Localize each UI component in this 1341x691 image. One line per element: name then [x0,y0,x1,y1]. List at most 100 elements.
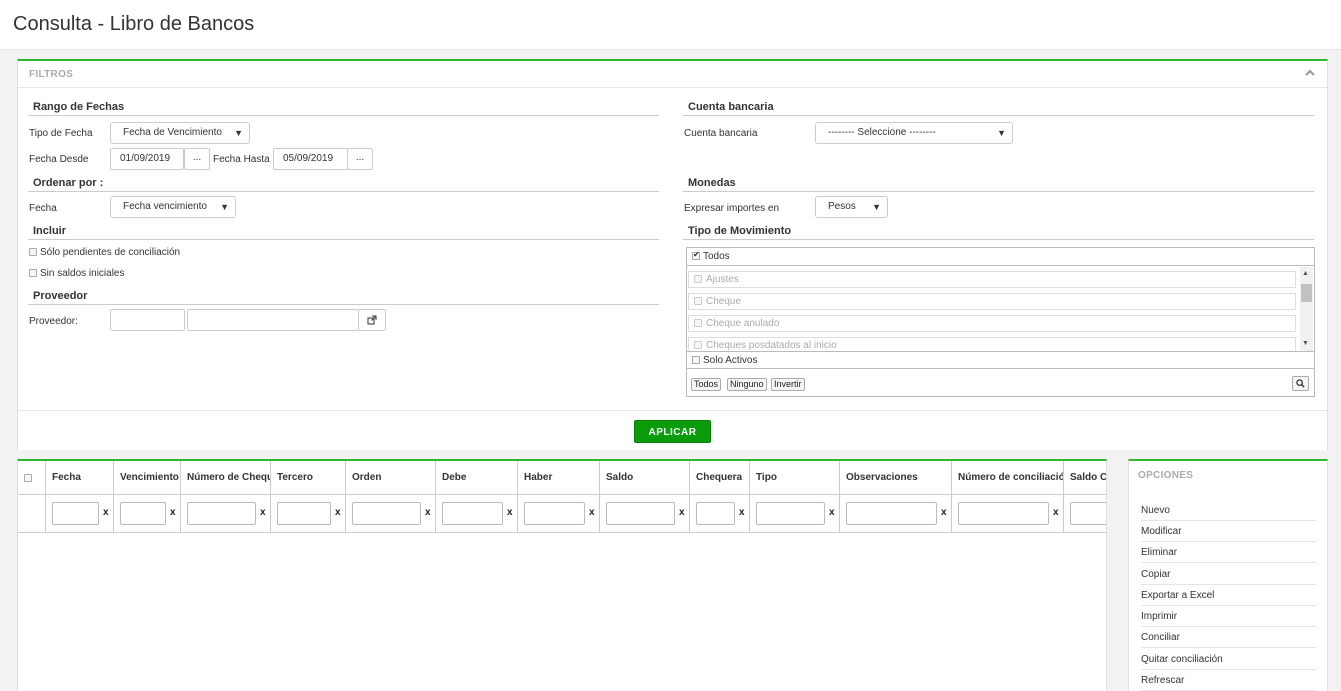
column-header-tercero[interactable]: Tercero [271,461,346,495]
pendientes-checkbox[interactable] [29,248,37,256]
filter-input-debe[interactable] [442,502,503,525]
fecha-desde-picker-button[interactable]: ... [184,148,210,170]
filters-header[interactable]: FILTROS [18,61,1327,88]
fecha-hasta-label: Fecha Hasta [213,154,270,165]
filter-input-numero-conciliacion[interactable] [958,502,1049,525]
movimiento-item-checkbox[interactable] [694,275,702,283]
option-eliminar[interactable]: Eliminar [1141,542,1316,563]
column-header-observaciones[interactable]: Observaciones [840,461,952,495]
clear-filter-icon[interactable]: x [260,507,266,518]
clear-filter-icon[interactable]: x [829,507,835,518]
column-header-vencimiento[interactable]: Vencimiento [114,461,181,495]
monedas-value: Pesos [828,201,856,212]
movimiento-scroll[interactable]: Ajustes Cheque Cheque anulado Cheques po… [687,267,1314,351]
sin-saldos-checkbox[interactable] [29,269,37,277]
scrollbar-thumb[interactable] [1301,284,1312,302]
invert-selection-button[interactable]: Invertir [771,378,805,391]
option-modificar[interactable]: Modificar [1141,521,1316,542]
option-quitar-conciliacion[interactable]: Quitar conciliación [1141,649,1316,670]
scrollbar[interactable]: ▲ ▼ [1300,267,1313,351]
scroll-down-icon[interactable]: ▼ [1302,340,1309,347]
filter-input-haber[interactable] [524,502,585,525]
movimiento-todos-checkbox[interactable] [692,250,700,260]
column-header-saldo[interactable]: Saldo [600,461,690,495]
clear-filter-icon[interactable]: x [425,507,431,518]
column-header-orden[interactable]: Orden [346,461,436,495]
chevron-up-icon[interactable] [1305,68,1315,78]
proveedor-code-input[interactable] [110,309,185,331]
clear-filter-icon[interactable]: x [941,507,947,518]
filter-input-vencimiento[interactable] [120,502,166,525]
clear-filter-icon[interactable]: x [335,507,341,518]
ordenar-fecha-select[interactable]: Fecha vencimiento ▼ [110,196,236,218]
filter-input-saldo-conciliado[interactable] [1070,502,1106,525]
solo-activos-row[interactable]: Solo Activos [687,351,1314,369]
apply-button[interactable]: APLICAR [634,420,711,443]
movimiento-search-button[interactable] [1292,376,1309,391]
movimiento-item[interactable]: Cheque [688,293,1296,310]
column-header-saldo-conciliado[interactable]: Saldo Conciliado [1064,461,1106,495]
movimiento-todos-row[interactable]: Todos [687,248,1314,266]
clear-filter-icon[interactable]: x [1053,507,1059,518]
select-all-button[interactable]: Todos [691,378,722,391]
filter-input-fecha[interactable] [52,502,99,525]
rango-fechas-title: Rango de Fechas [28,101,659,116]
proveedor-title: Proveedor [28,290,659,305]
filter-input-tercero[interactable] [277,502,331,525]
fecha-desde-input[interactable]: 01/09/2019 [110,148,184,170]
tipo-fecha-select[interactable]: Fecha de Vencimiento ▼ [110,122,250,144]
filter-cell: x [114,495,181,533]
solo-activos-checkbox[interactable] [692,356,700,364]
option-nuevo[interactable]: Nuevo [1141,500,1316,521]
movimiento-item-label: Ajustes [706,274,739,285]
movimiento-item-checkbox[interactable] [694,319,702,327]
fecha-hasta-input[interactable]: 05/09/2019 [273,148,348,170]
filter-input-tipo[interactable] [756,502,825,525]
movimiento-item-checkbox[interactable] [694,297,702,305]
clear-filter-icon[interactable]: x [507,507,513,518]
monedas-title: Monedas [683,177,1314,192]
movimiento-item-checkbox[interactable] [694,341,702,349]
column-header-debe[interactable]: Debe [436,461,518,495]
proveedor-name-input[interactable] [187,309,359,331]
movimiento-title: Tipo de Movimiento [683,225,1314,240]
tipo-fecha-value: Fecha de Vencimiento [123,127,222,138]
column-header-chequera[interactable]: Chequera [690,461,750,495]
clear-filter-icon[interactable]: x [589,507,595,518]
movimiento-todos-label: Todos [703,251,730,262]
grid-select-all-checkbox[interactable] [24,474,32,482]
proveedor-open-button[interactable] [358,309,386,331]
scroll-up-icon[interactable]: ▲ [1302,270,1309,277]
column-header-numero-cheque[interactable]: Número de Cheque [181,461,271,495]
option-refrescar[interactable]: Refrescar [1141,670,1316,691]
fecha-hasta-picker-button[interactable]: ... [347,148,373,170]
column-header-haber[interactable]: Haber [518,461,600,495]
column-header-tipo[interactable]: Tipo [750,461,840,495]
filter-input-observaciones[interactable] [846,502,937,525]
filters-title: FILTROS [29,69,74,80]
movimiento-item[interactable]: Cheque anulado [688,315,1296,332]
column-header-fecha[interactable]: Fecha [46,461,114,495]
monedas-select[interactable]: Pesos ▼ [815,196,888,218]
filters-panel: FILTROS Rango de Fechas Tipo de Fecha Fe… [17,59,1328,450]
movimiento-item[interactable]: Cheques posdatados al inicio [688,337,1296,351]
clear-filter-icon[interactable]: x [170,507,176,518]
filter-input-numero-cheque[interactable] [187,502,256,525]
filter-input-orden[interactable] [352,502,421,525]
select-none-button[interactable]: Ninguno [727,378,767,391]
movimiento-item[interactable]: Ajustes [688,271,1296,288]
filter-input-chequera[interactable] [696,502,735,525]
clear-filter-icon[interactable]: x [739,507,745,518]
grid-header: Fecha Vencimiento Número de Cheque Terce… [18,461,1106,495]
option-imprimir[interactable]: Imprimir [1141,606,1316,627]
ordenar-title: Ordenar por : [28,177,659,192]
cuenta-select[interactable]: -------- Seleccione -------- ▼ [815,122,1013,144]
clear-filter-icon[interactable]: x [679,507,685,518]
option-copiar[interactable]: Copiar [1141,564,1316,585]
option-conciliar[interactable]: Conciliar [1141,627,1316,648]
option-exportar-excel[interactable]: Exportar a Excel [1141,585,1316,606]
proveedor-label: Proveedor: [29,316,78,327]
column-header-numero-conciliacion[interactable]: Número de conciliación [952,461,1064,495]
clear-filter-icon[interactable]: x [103,507,109,518]
filter-input-saldo[interactable] [606,502,675,525]
